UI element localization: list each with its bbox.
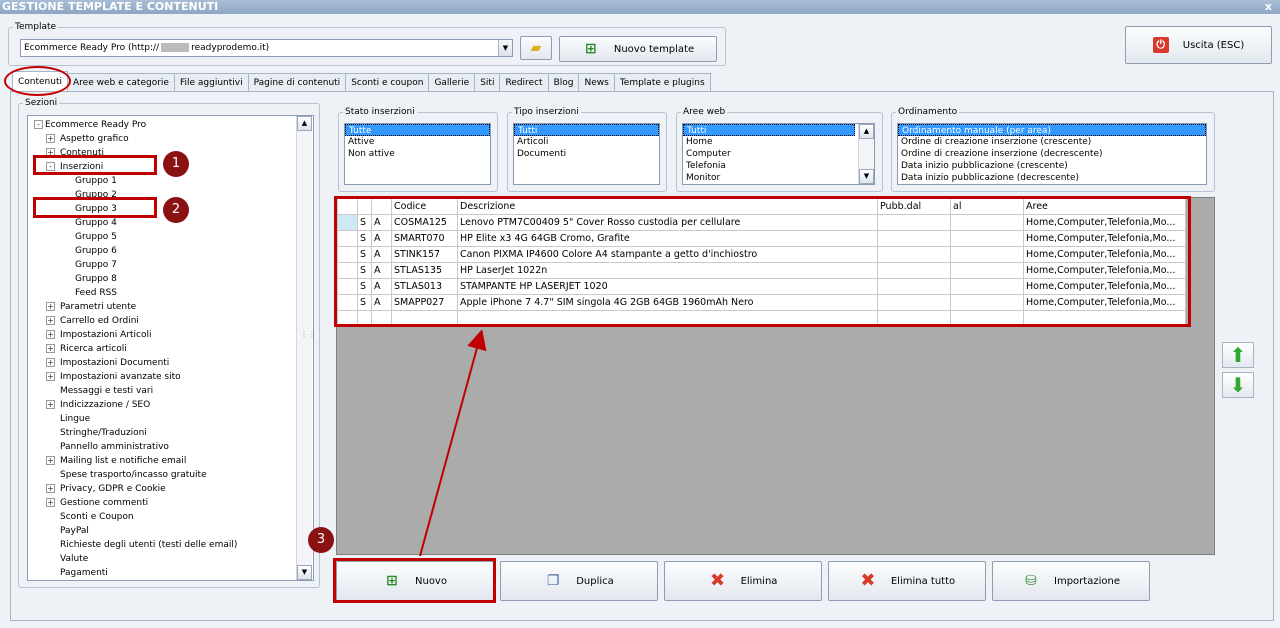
annotation-arrow: [419, 329, 487, 557]
